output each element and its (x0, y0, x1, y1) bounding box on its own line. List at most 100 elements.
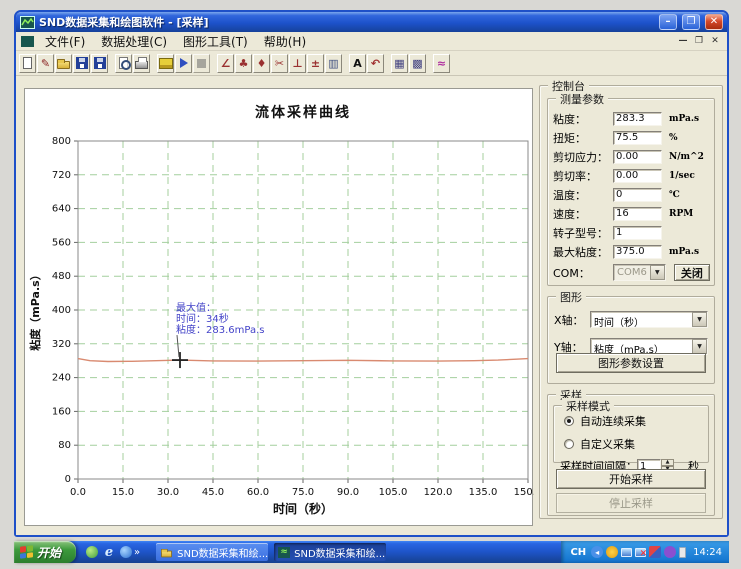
close-button[interactable]: ✕ (705, 14, 723, 30)
x-axis-select[interactable]: 时间（秒） ▼ (590, 311, 708, 328)
radio-button-0[interactable] (564, 416, 574, 426)
task-button-0[interactable]: SND数据采集和绘... (156, 543, 268, 561)
save-file-button[interactable] (73, 54, 90, 73)
menu-bar: 文件(F)数据处理(C)图形工具(T)帮助(H) — ❐ ✕ (16, 32, 727, 51)
text-tool-icon: A (353, 58, 362, 69)
restore-button[interactable]: ❐ (682, 14, 700, 30)
save-all-button[interactable] (91, 54, 108, 73)
child-restore-icon[interactable]: ❐ (693, 36, 705, 46)
x-tick-label: 135.0 (469, 487, 498, 498)
print-button[interactable] (133, 54, 150, 73)
tray-security-icon[interactable] (606, 546, 618, 558)
text-tool-button[interactable]: A (349, 54, 366, 73)
field-input-4[interactable] (613, 188, 662, 202)
y-tick-label: 800 (52, 136, 71, 147)
report-view-button[interactable]: ▦ (391, 54, 408, 73)
graph-tool-marker-button[interactable]: ♣ (235, 54, 252, 73)
x-tick-label: 90.0 (337, 487, 359, 498)
field-label: 温度： (553, 187, 613, 203)
graph-tool-level-button[interactable]: ⊥ (289, 54, 306, 73)
undo-tool-button[interactable]: ↶ (367, 54, 384, 73)
compare-view-icon: ▩ (412, 58, 422, 69)
stepper-up-icon[interactable]: ▲ (661, 459, 674, 467)
menu-item-2[interactable]: 图形工具(T) (175, 32, 256, 51)
x-tick-label: 120.0 (424, 487, 453, 498)
field-input-5[interactable] (613, 207, 662, 221)
field-input-1[interactable] (613, 131, 662, 145)
new-file-button[interactable] (19, 54, 36, 73)
print-preview-icon (119, 57, 128, 69)
chevron-down-icon[interactable]: ▼ (692, 312, 707, 327)
windows-flag-icon (20, 545, 33, 558)
radio-label-1: 自定义采集 (580, 436, 635, 452)
compare-view-button[interactable]: ▩ (409, 54, 426, 73)
toolbar: ✎ ∠♣♦✂⊥ ± ▥ A ↶ ▦ ▩ ≈ (16, 51, 727, 76)
field-input-3[interactable] (613, 169, 662, 183)
graph-tool-axis-button[interactable]: ∠ (217, 54, 234, 73)
curve-view-button[interactable]: ≈ (433, 54, 450, 73)
start-label: 开始 (37, 544, 61, 561)
tray-usb-icon[interactable] (679, 547, 686, 558)
start-sampling-button[interactable]: 开始采样 (556, 469, 706, 489)
annotation-line-2: 粘度：283.6mPa.s (176, 323, 264, 336)
quick-launch-messenger-icon[interactable] (120, 546, 132, 558)
open-file-button[interactable] (55, 54, 72, 73)
field-unit: mPa.s (669, 247, 709, 257)
child-close-icon[interactable]: ✕ (709, 36, 721, 46)
graph-tool-adjust-icon: ± (311, 58, 320, 69)
x-tick-label: 15.0 (112, 487, 134, 498)
print-icon (135, 61, 148, 69)
print-preview-button[interactable] (115, 54, 132, 73)
tray-display-icon[interactable] (621, 548, 632, 557)
field-unit: RPM (669, 209, 709, 219)
quick-launch-media-icon[interactable] (86, 546, 98, 558)
app-window: SND数据采集和绘图软件 - [采样] – ❐ ✕ 文件(F)数据处理(C)图形… (14, 10, 729, 537)
graph-tool-grid-button[interactable]: ▥ (325, 54, 342, 73)
edit-pen-button[interactable]: ✎ (37, 54, 54, 73)
x-tick-label: 0.0 (70, 487, 86, 498)
chevron-down-icon[interactable]: ▼ (692, 339, 707, 354)
client-area: 流体采样曲线0801602403204004805606407208000.01… (16, 76, 727, 535)
open-file-icon (57, 61, 70, 69)
y-axis-title: 粘度（mPa.s） (28, 269, 42, 350)
menu-item-0[interactable]: 文件(F) (37, 32, 93, 51)
stop-sampling-button: 停止采样 (556, 493, 706, 513)
quick-launch-ie-icon[interactable]: e (103, 546, 115, 558)
com-close-button[interactable]: 关闭 (674, 264, 710, 281)
start-run-button[interactable] (175, 54, 192, 73)
com-select-value: COM6 (614, 265, 650, 280)
tray-shield-icon[interactable] (649, 546, 661, 558)
app-icon: ≈ (278, 547, 290, 558)
task-button-1[interactable]: ≈SND数据采集和绘... (274, 543, 386, 561)
sampling-group: 采样 采样模式 自动连续采集自定义采集 采样时间间隔： ▲ ▼ 秒 (547, 394, 715, 516)
field-label: 转子型号： (553, 225, 613, 241)
graph-settings-button[interactable]: 图形参数设置 (556, 353, 706, 373)
field-input-7[interactable] (613, 245, 662, 259)
radio-button-1[interactable] (564, 439, 574, 449)
y-tick-label: 320 (52, 339, 71, 350)
tray-network-error-icon[interactable]: ✕ (635, 548, 646, 557)
curve-view-icon: ≈ (437, 58, 446, 69)
language-indicator[interactable]: CH (570, 547, 586, 558)
minimize-button[interactable]: – (659, 14, 677, 30)
field-input-6[interactable] (613, 226, 662, 240)
chart-panel: 流体采样曲线0801602403204004805606407208000.01… (24, 88, 533, 526)
child-minimize-icon[interactable]: — (677, 36, 689, 46)
y-tick-label: 480 (52, 271, 71, 282)
tray-ime-icon[interactable] (664, 546, 676, 558)
field-unit: mPa.s (669, 114, 709, 124)
graph-tool-point-button[interactable]: ♦ (253, 54, 270, 73)
graph-tool-cut-button[interactable]: ✂ (271, 54, 288, 73)
field-input-2[interactable] (613, 150, 662, 164)
tray-collapse-arrow-icon[interactable]: ◂ (591, 546, 603, 558)
graph-tool-adjust-button[interactable]: ± (307, 54, 324, 73)
edit-pen-icon: ✎ (41, 58, 50, 69)
field-input-0[interactable] (613, 112, 662, 126)
title-bar[interactable]: SND数据采集和绘图软件 - [采样] – ❐ ✕ (16, 12, 727, 32)
y-axis-select-value: 粘度（mPa.s） (591, 339, 692, 354)
data-view-button[interactable] (157, 54, 174, 73)
start-button[interactable]: 开始 (14, 541, 76, 563)
menu-item-1[interactable]: 数据处理(C) (93, 32, 175, 51)
menu-item-3[interactable]: 帮助(H) (256, 32, 314, 51)
quick-launch-overflow-icon[interactable]: » (134, 547, 140, 558)
